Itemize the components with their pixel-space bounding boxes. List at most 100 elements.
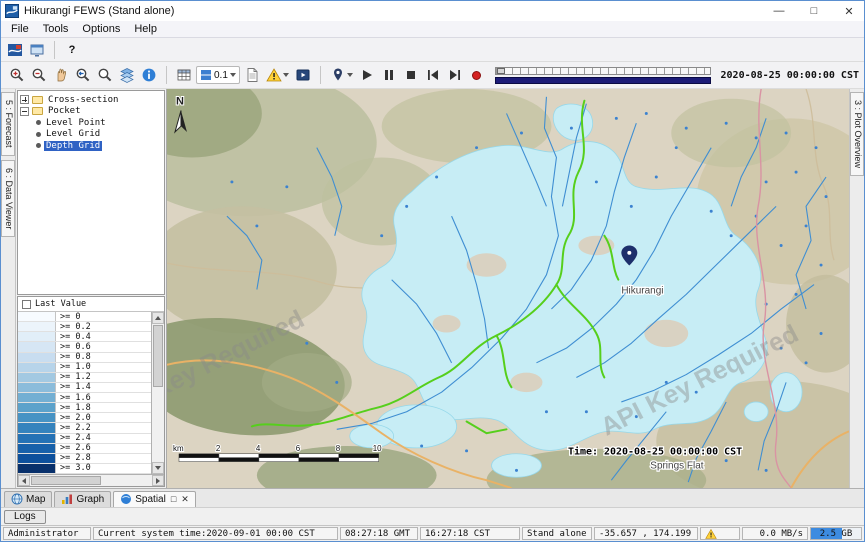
filter-tree: Cross-section Pocket Level Point Level G… — [17, 90, 165, 295]
close-button[interactable]: ✕ — [834, 1, 864, 21]
legend-label: >= 1.4 — [56, 383, 91, 392]
status-local-time: 16:27:18 CST — [420, 527, 520, 540]
pause-icon — [385, 70, 393, 80]
explorer-button[interactable] — [5, 40, 25, 60]
report-button[interactable] — [242, 65, 262, 85]
pan-button[interactable] — [51, 65, 71, 85]
scroll-track[interactable] — [102, 475, 152, 486]
legend-row[interactable]: >= 1.6 — [18, 393, 151, 403]
menu-help[interactable]: Help — [127, 22, 164, 36]
tab-spatial[interactable]: Spatial □ ✕ — [113, 491, 196, 507]
legend-row[interactable]: >= 0.8 — [18, 353, 151, 363]
time-span-bar[interactable] — [495, 77, 711, 84]
legend-row[interactable]: >= 2.2 — [18, 423, 151, 433]
classify-threshold-select[interactable]: 0.1 — [196, 66, 240, 84]
play-button[interactable] — [357, 65, 377, 85]
zoom-extent-button[interactable] — [95, 65, 115, 85]
toolbar-separator — [54, 41, 55, 59]
tree-node-cross-section[interactable]: Cross-section — [20, 94, 162, 106]
stop-button[interactable] — [401, 65, 421, 85]
time-slider-rail[interactable] — [495, 67, 711, 75]
legend-row[interactable]: >= 0.6 — [18, 342, 151, 352]
tree-node-level-point[interactable]: Level Point — [20, 117, 162, 129]
sidebar-tab-data-viewer[interactable]: 6 : Data Viewer — [1, 160, 15, 237]
locate-tool-button[interactable] — [328, 65, 355, 85]
grid-display-button[interactable] — [174, 65, 194, 85]
legend-row[interactable]: >= 1.0 — [18, 363, 151, 373]
legend-label: >= 1.0 — [56, 363, 91, 372]
zoom-in-button[interactable] — [7, 65, 27, 85]
legend-swatch — [18, 332, 56, 341]
sidebar-tab-forecast[interactable]: 5 : Forecast — [1, 92, 15, 156]
menu-tools[interactable]: Tools — [36, 22, 76, 36]
scroll-track[interactable] — [152, 388, 164, 462]
tab-maximize-button[interactable]: □ — [171, 494, 176, 504]
time-slider-thumb[interactable] — [497, 68, 505, 74]
legend-row[interactable]: >= 1.8 — [18, 403, 151, 413]
legend-row[interactable]: >= 0.2 — [18, 322, 151, 332]
help-button[interactable]: ? — [62, 40, 82, 60]
menu-file[interactable]: File — [4, 22, 36, 36]
tree-node-pocket[interactable]: Pocket — [20, 106, 162, 118]
legend-row[interactable]: >= 2.8 — [18, 454, 151, 464]
legend-row[interactable]: >= 0 — [18, 312, 151, 322]
info-button[interactable] — [139, 65, 159, 85]
layers-button[interactable] — [117, 65, 137, 85]
sidebar-tab-plot-overview[interactable]: 3 : Plot Overview — [850, 92, 864, 176]
scroll-down-button[interactable] — [152, 462, 164, 474]
collapse-icon[interactable] — [20, 107, 29, 116]
tab-close-button[interactable]: ✕ — [181, 494, 189, 505]
explorer-icon — [7, 42, 23, 58]
status-warning[interactable] — [700, 527, 740, 540]
legend-swatch — [18, 383, 56, 392]
tree-node-label: Level Point — [44, 118, 108, 128]
legend-panel: Last Value >= 0>= 0.2>= 0.4>= 0.6>= 0.8>… — [17, 296, 165, 487]
legend-row[interactable]: >= 0.4 — [18, 332, 151, 342]
animation-export-button[interactable] — [293, 65, 313, 85]
chevron-down-icon — [347, 73, 353, 77]
tree-node-level-grid[interactable]: Level Grid — [20, 129, 162, 141]
legend-swatch — [18, 373, 56, 382]
time-slider[interactable] — [495, 67, 711, 84]
tab-map[interactable]: Map — [4, 491, 52, 507]
last-value-checkbox[interactable] — [22, 300, 31, 309]
legend-row[interactable]: >= 2.4 — [18, 434, 151, 444]
maximize-button[interactable]: □ — [799, 1, 829, 21]
scroll-thumb[interactable] — [153, 325, 163, 387]
legend-horizontal-scrollbar[interactable] — [18, 474, 164, 486]
scroll-thumb[interactable] — [31, 476, 101, 485]
map-view[interactable]: API Key Required API Key Required Hikura… — [167, 89, 849, 488]
legend-row[interactable]: >= 1.4 — [18, 383, 151, 393]
step-back-button[interactable] — [423, 65, 443, 85]
display-window-button[interactable] — [27, 40, 47, 60]
scroll-up-button[interactable] — [152, 312, 164, 324]
legend-swatch — [18, 353, 56, 362]
pause-button[interactable] — [379, 65, 399, 85]
legend-row[interactable]: >= 1.2 — [18, 373, 151, 383]
menu-options[interactable]: Options — [75, 22, 127, 36]
zoom-out-button[interactable] — [29, 65, 49, 85]
town-label: Hikurangi — [621, 285, 663, 296]
scroll-right-button[interactable] — [152, 475, 164, 486]
legend-list: >= 0>= 0.2>= 0.4>= 0.6>= 0.8>= 1.0>= 1.2… — [18, 312, 151, 474]
tree-node-depth-grid[interactable]: Depth Grid — [20, 140, 162, 152]
folder-icon — [32, 96, 43, 104]
legend-row[interactable]: >= 3.0 — [18, 464, 151, 474]
tab-label: Spatial — [135, 494, 166, 505]
warning-threshold-dropdown[interactable] — [264, 65, 291, 85]
legend-row[interactable]: >= 2.6 — [18, 444, 151, 454]
step-forward-button[interactable] — [445, 65, 465, 85]
chart-icon — [61, 493, 73, 505]
zoom-previous-button[interactable] — [73, 65, 93, 85]
expand-icon[interactable] — [20, 95, 29, 104]
legend-swatch — [18, 444, 56, 453]
map-canvas[interactable]: API Key Required API Key Required Hikura… — [167, 89, 849, 488]
record-button[interactable] — [467, 65, 487, 85]
legend-row[interactable]: >= 2.0 — [18, 413, 151, 423]
scroll-left-button[interactable] — [18, 475, 30, 486]
tab-graph[interactable]: Graph — [54, 491, 111, 507]
right-tab-strip: 3 : Plot Overview — [849, 89, 864, 488]
legend-vertical-scrollbar[interactable] — [151, 312, 164, 474]
minimize-button[interactable]: — — [764, 1, 794, 21]
logs-button[interactable]: Logs — [4, 510, 46, 524]
